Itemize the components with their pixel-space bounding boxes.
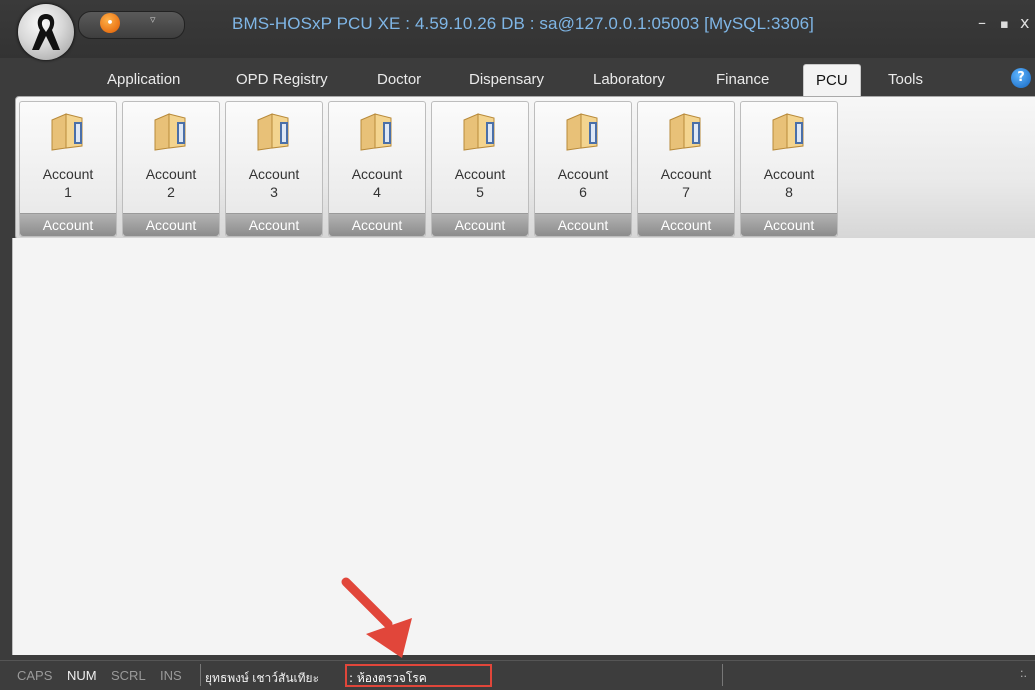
group-caption: Account xyxy=(432,213,528,236)
account-2-button[interactable]: Account 2 xyxy=(123,102,219,212)
account-1-label: Account xyxy=(42,166,94,182)
account-6-button[interactable]: Account 6 xyxy=(535,102,631,212)
account-6-number: 6 xyxy=(579,184,587,200)
tab-opd-registry[interactable]: OPD Registry xyxy=(236,66,328,94)
ribbon-panel: Account 1 Account Account 2 Account Acco… xyxy=(15,96,1035,240)
status-room-name: : ห้องตรวจโรค xyxy=(349,671,427,685)
account-3-button[interactable]: Account 3 xyxy=(226,102,322,212)
account-4-button[interactable]: Account 4 xyxy=(329,102,425,212)
account-6-label: Account xyxy=(557,166,609,182)
folder-icon xyxy=(257,113,289,151)
folder-icon xyxy=(566,113,598,151)
tab-dispensary[interactable]: Dispensary xyxy=(469,66,544,94)
qat-dropdown-icon[interactable]: ▿ xyxy=(150,13,156,26)
caps-lock-indicator: CAPS xyxy=(17,668,53,683)
account-5-number: 5 xyxy=(476,184,484,200)
folder-icon xyxy=(51,113,83,151)
account-1-number: 1 xyxy=(64,184,72,200)
tab-application[interactable]: Application xyxy=(107,66,180,94)
minimize-button[interactable]: – xyxy=(978,14,986,32)
account-7-number: 7 xyxy=(682,184,690,200)
folder-icon xyxy=(772,113,804,151)
window-title: BMS-HOSxP PCU XE : 4.59.10.26 DB : sa@12… xyxy=(232,14,815,33)
tab-doctor[interactable]: Doctor xyxy=(377,66,421,94)
resize-grip-icon[interactable]: · ·· xyxy=(1020,666,1027,682)
quick-access-toolbar xyxy=(78,11,185,39)
account-7-button[interactable]: Account 7 xyxy=(638,102,734,212)
folder-icon xyxy=(669,113,701,151)
ribbon-group-account-3: Account 3 Account xyxy=(225,101,323,237)
title-bar: • ▿ BMS-HOSxP PCU XE : 4.59.10.26 DB : s… xyxy=(0,0,1035,58)
annotation-arrow-icon xyxy=(341,577,412,658)
group-caption: Account xyxy=(123,213,219,236)
ribbon-group-account-5: Account 5 Account xyxy=(431,101,529,237)
num-lock-indicator: NUM xyxy=(67,668,97,683)
tab-tools[interactable]: Tools xyxy=(888,66,923,94)
status-room-highlight: : ห้องตรวจโรค xyxy=(345,664,492,687)
ribbon-tabs: Application OPD Registry Doctor Dispensa… xyxy=(0,64,1035,97)
folder-icon xyxy=(360,113,392,151)
account-7-label: Account xyxy=(660,166,712,182)
main-workspace xyxy=(12,238,1035,655)
ribbon-group-account-7: Account 7 Account xyxy=(637,101,735,237)
ribbon-group-account-1: Account 1 Account xyxy=(19,101,117,237)
tab-laboratory[interactable]: Laboratory xyxy=(593,66,665,94)
status-divider xyxy=(200,664,201,686)
scroll-lock-indicator: SCRL xyxy=(111,668,146,683)
insert-indicator: INS xyxy=(160,668,182,683)
ribbon-group-account-4: Account 4 Account xyxy=(328,101,426,237)
folder-icon xyxy=(463,113,495,151)
tab-finance[interactable]: Finance xyxy=(716,66,769,94)
account-8-label: Account xyxy=(763,166,815,182)
status-bar: CAPS NUM SCRL INS ยุทธพงษ์ เชาว์สันเทียะ… xyxy=(0,660,1035,690)
group-caption: Account xyxy=(20,213,116,236)
account-2-number: 2 xyxy=(167,184,175,200)
help-icon[interactable]: ? xyxy=(1011,68,1031,88)
account-8-number: 8 xyxy=(785,184,793,200)
account-4-number: 4 xyxy=(373,184,381,200)
group-caption: Account xyxy=(638,213,734,236)
account-5-label: Account xyxy=(454,166,506,182)
status-divider xyxy=(722,664,723,686)
account-2-label: Account xyxy=(145,166,197,182)
group-caption: Account xyxy=(535,213,631,236)
tab-pcu[interactable]: PCU xyxy=(803,64,861,97)
folder-icon xyxy=(154,113,186,151)
application-menu-button[interactable] xyxy=(18,4,74,60)
ribbon-logo-icon xyxy=(32,14,60,50)
account-8-button[interactable]: Account 8 xyxy=(741,102,837,212)
account-3-label: Account xyxy=(248,166,300,182)
group-caption: Account xyxy=(226,213,322,236)
lock-icon[interactable]: • xyxy=(100,13,120,33)
close-button[interactable]: x xyxy=(1020,14,1029,32)
account-1-button[interactable]: Account 1 xyxy=(20,102,116,212)
maximize-button[interactable]: ▪ xyxy=(1000,16,1009,34)
account-5-button[interactable]: Account 5 xyxy=(432,102,528,212)
ribbon-group-account-6: Account 6 Account xyxy=(534,101,632,237)
group-caption: Account xyxy=(741,213,837,236)
status-user-name: ยุทธพงษ์ เชาว์สันเทียะ xyxy=(205,671,320,685)
ribbon-group-account-8: Account 8 Account xyxy=(740,101,838,237)
account-4-label: Account xyxy=(351,166,403,182)
account-3-number: 3 xyxy=(270,184,278,200)
ribbon-group-account-2: Account 2 Account xyxy=(122,101,220,237)
group-caption: Account xyxy=(329,213,425,236)
